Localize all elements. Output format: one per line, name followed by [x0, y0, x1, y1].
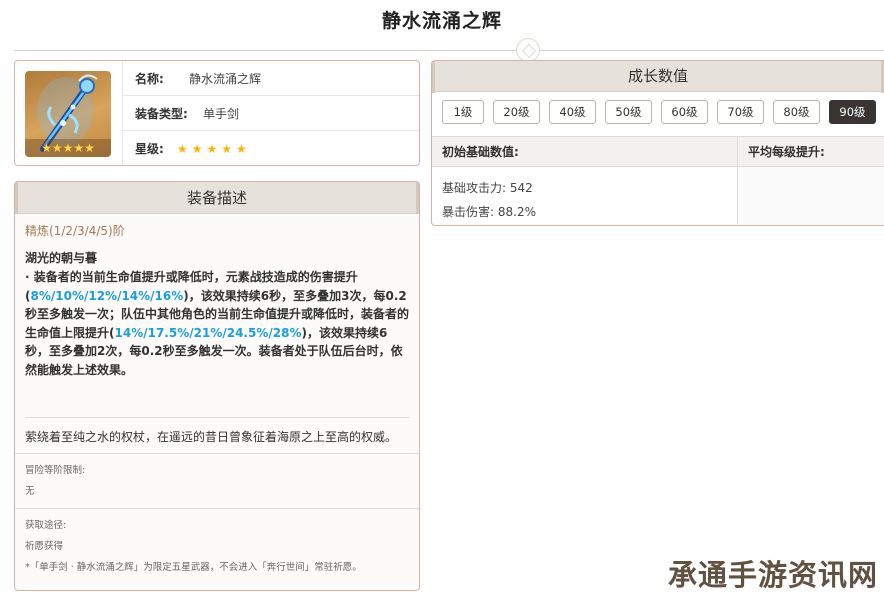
atk-value: 542 — [509, 181, 533, 195]
skill-description: · 装备者的当前生命值提升或降低时，元素战技造成的伤害提升(8%/10%/12%… — [15, 266, 419, 379]
type-label: 装备类型: — [135, 106, 188, 121]
level-tab-70[interactable]: 70级 — [717, 100, 764, 124]
site-watermark: 承通手游资讯网 — [667, 558, 878, 592]
weapon-thumbnail[interactable]: ★★★★★ — [25, 71, 111, 157]
thumbnail-stars: ★★★★★ — [25, 139, 111, 157]
level-tab-60[interactable]: 60级 — [661, 100, 708, 124]
skill-value-highlight-1: 8%/10%/12%/14%/16% — [30, 288, 184, 303]
title-ornament-icon — [516, 38, 540, 62]
info-row-rarity: 星级: ★★★★★ — [123, 131, 419, 165]
lore-text: 萦绕着至纯之水的权杖，在遥远的昔日曾象征着海原之上至高的权威。 — [25, 430, 398, 444]
stat-table-header: 初始基础数值: 平均每级提升: — [432, 137, 884, 167]
level-tabs: 1级 20级 40级 50级 60级 70级 80级 90级 — [432, 92, 884, 137]
level-tab-50[interactable]: 50级 — [605, 100, 652, 124]
base-stats-column-header: 初始基础数值: — [442, 145, 519, 159]
info-row-type: 装备类型: 单手剑 — [123, 96, 419, 131]
base-stats-cell: 基础攻击力: 542 暴击伤害: 88.2% — [432, 167, 737, 224]
atk-row: 基础攻击力: 542 — [442, 176, 727, 200]
name-value: 静水流涌之辉 — [189, 71, 262, 86]
level-tab-80[interactable]: 80级 — [773, 100, 820, 124]
crit-value: 88.2% — [497, 205, 536, 219]
level-tab-90[interactable]: 90级 — [829, 100, 876, 124]
page-title: 静水流涌之辉 — [381, 10, 502, 32]
skill-name: 湖光的朝与暮 — [25, 251, 98, 265]
ascension-limit-block: 冒险等阶限制: 无 — [15, 453, 419, 508]
type-value: 单手剑 — [203, 106, 240, 121]
source-label: 获取途径: — [25, 520, 67, 531]
info-rows: 名称: 静水流涌之辉 装备类型: 单手剑 星级: ★★★★★ — [122, 61, 419, 165]
rarity-label: 星级: — [135, 142, 164, 156]
growth-header: 成长数值 — [432, 61, 884, 93]
rarity-stars-icon: ★★★★★ — [177, 141, 251, 156]
name-label: 名称: — [135, 71, 164, 86]
level-tab-20[interactable]: 20级 — [493, 100, 540, 124]
title-divider — [14, 50, 884, 51]
growth-stats-card: 成长数值 1级 20级 40级 50级 60级 70级 80级 90级 初始基础… — [431, 60, 884, 226]
description-header: 装备描述 — [15, 182, 419, 214]
source-value: 祈愿获得 — [25, 541, 64, 552]
source-block: 获取途径: 祈愿获得 *「单手剑 · 静水流涌之辉」为限定五星武器，不会进入「奔… — [15, 508, 419, 584]
crit-label: 暴击伤害: — [442, 205, 495, 219]
level-tab-1[interactable]: 1级 — [442, 100, 484, 124]
ascension-label: 冒险等阶限制: — [25, 465, 86, 476]
skill-value-highlight-2: 14%/17.5%/21%/24.5%/28% — [114, 325, 302, 340]
description-card: 装备描述 精炼(1/2/3/4/5)阶 湖光的朝与暮 · 装备者的当前生命值提升… — [14, 181, 420, 591]
avg-growth-column-header: 平均每级提升: — [737, 137, 884, 166]
avg-growth-cell — [737, 167, 884, 224]
atk-label: 基础攻击力: — [442, 181, 507, 195]
level-tab-40[interactable]: 40级 — [549, 100, 596, 124]
refinement-label[interactable]: 精炼(1/2/3/4/5)阶 — [15, 214, 419, 239]
source-note: *「单手剑 · 静水流涌之辉」为限定五星武器，不会进入「奔行世间」常驻祈愿。 — [25, 562, 362, 573]
ascension-value: 无 — [25, 486, 35, 497]
stat-table-body: 基础攻击力: 542 暴击伤害: 88.2% — [432, 167, 884, 224]
crit-row: 暴击伤害: 88.2% — [442, 200, 727, 224]
info-row-name: 名称: 静水流涌之辉 — [123, 61, 419, 96]
weapon-info-card: ★★★★★ 名称: 静水流涌之辉 装备类型: 单手剑 星级: ★★★★★ — [14, 60, 420, 166]
